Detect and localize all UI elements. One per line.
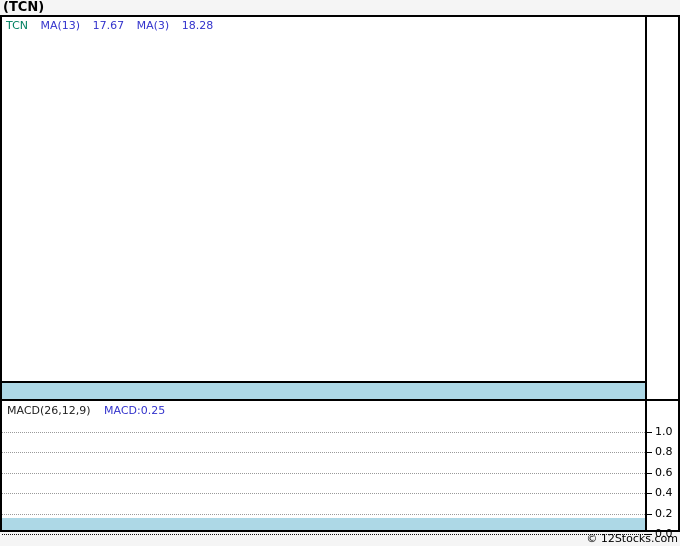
legend-ma13-label: MA(13) [40,19,81,32]
macd-params-label: MACD(26,12,9) [7,404,91,417]
dotted-gridline [2,432,645,433]
date-strip-upper [2,383,645,399]
axis-label-0.4: 0.4 [655,486,673,499]
price-legend: TCN MA(13) 17.67 MA(3) 18.28 [6,19,222,32]
y-axis-line [645,17,647,530]
price-panel: TCN MA(13) 17.67 MA(3) 18.28 [2,17,645,383]
stock-chart-widget: (TCN) TCN MA(13) 17.67 MA(3) 18.28 MACD(… [0,0,680,546]
legend-ma3-value: 18.28 [181,19,214,32]
dotted-gridline [2,514,645,515]
copyright-link[interactable]: © 12Stocks.com [586,532,678,545]
macd-panel: MACD(26,12,9) MACD:0.25 1.0 0.8 0.6 0.4 … [2,399,678,540]
chart-title: (TCN) [3,0,45,15]
legend-ma3-label: MA(3) [136,19,170,32]
axis-label-0.6: 0.6 [655,466,673,479]
legend-ticker: TCN [6,19,28,32]
axis-label-0.8: 0.8 [655,445,673,458]
legend-ma13-value: 17.67 [92,19,125,32]
dotted-gridline [2,473,645,474]
chart-frame: TCN MA(13) 17.67 MA(3) 18.28 MACD(26,12,… [0,15,680,540]
dotted-gridline-zero [2,534,645,535]
axis-label-0.2: 0.2 [655,507,673,520]
macd-current-value: MACD:0.25 [104,404,166,417]
dotted-gridline [2,493,645,494]
macd-legend: MACD(26,12,9) MACD:0.25 [7,404,165,417]
dotted-gridline [2,452,645,453]
axis-label-1.0: 1.0 [655,425,673,438]
date-strip-lower [2,518,645,530]
